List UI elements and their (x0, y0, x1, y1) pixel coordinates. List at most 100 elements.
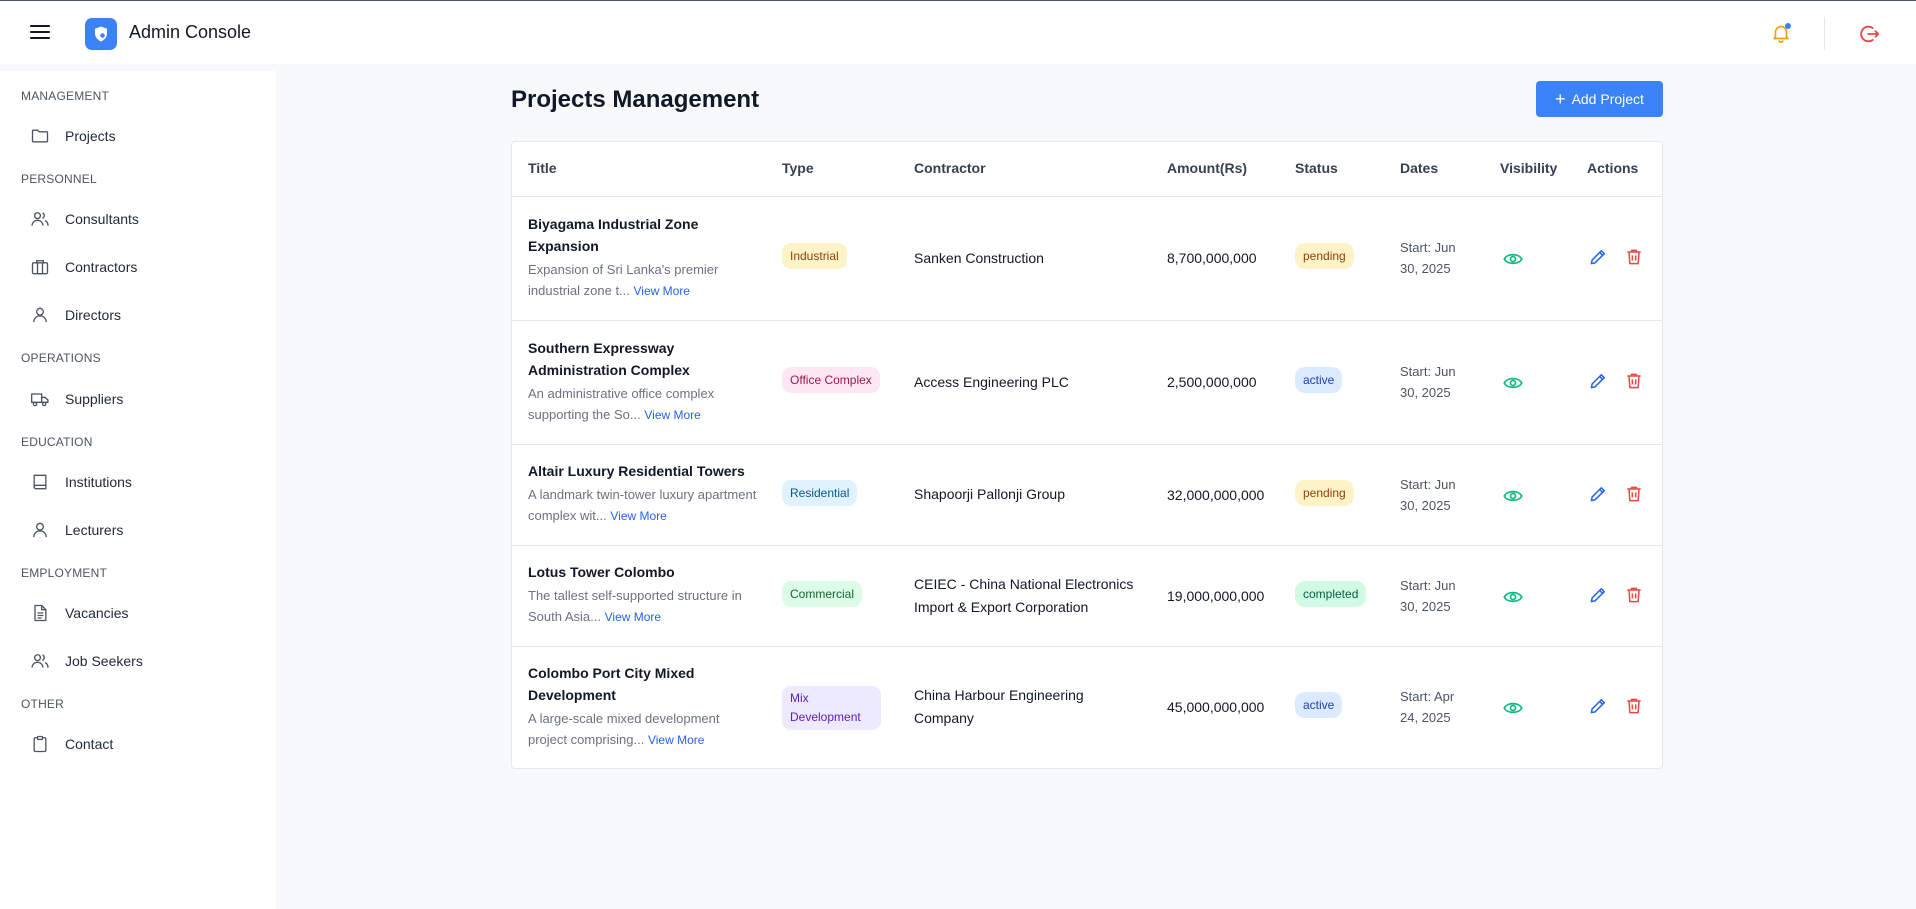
project-description: A landmark twin-tower luxury apartment c… (528, 484, 758, 527)
sidebar-item-label: Vacancies (65, 605, 129, 621)
column-header-actions: Actions (1587, 160, 1639, 176)
user-icon (33, 307, 47, 323)
edit-icon[interactable] (1588, 247, 1608, 267)
shield-icon (95, 26, 107, 42)
sidebar-item-label: Consultants (65, 211, 139, 227)
type-badge: Office Complex (782, 367, 880, 393)
book-icon (33, 474, 47, 490)
trash-icon[interactable] (1624, 484, 1644, 504)
project-description: A large-scale mixed development project … (528, 708, 758, 751)
page-title: Projects Management (511, 86, 760, 113)
sidebar-item-contact[interactable]: Contact (30, 729, 113, 759)
project-description: Expansion of Sri Lanka's premier industr… (528, 259, 758, 302)
notifications-button[interactable] (1770, 22, 1792, 44)
column-header-dates: Dates (1400, 160, 1439, 176)
edit-icon[interactable] (1588, 371, 1608, 391)
sidebar-section-management: MANAGEMENT (21, 89, 110, 103)
projects-table: Title Type Contractor Amount(Rs) Status … (511, 141, 1663, 769)
project-date: Start: Apr 24, 2025 (1400, 689, 1455, 725)
sidebar-item-label: Institutions (65, 474, 132, 490)
view-more-link[interactable]: View More (610, 509, 666, 523)
table-row: Colombo Port City Mixed Development A la… (512, 647, 1662, 769)
sidebar: MANAGEMENT Projects PERSONNEL Consultant… (0, 71, 276, 909)
column-header-title: Title (528, 160, 557, 176)
eye-icon[interactable] (1503, 587, 1523, 607)
eye-icon[interactable] (1503, 486, 1523, 506)
briefcase-icon (31, 260, 49, 275)
sidebar-item-label: Job Seekers (65, 653, 143, 669)
add-project-button[interactable]: + Add Project (1536, 81, 1663, 117)
project-title: Lotus Tower Colombo (528, 564, 675, 580)
column-header-amount: Amount(Rs) (1167, 160, 1248, 176)
document-icon (34, 604, 47, 622)
sidebar-item-consultants[interactable]: Consultants (30, 204, 139, 234)
contractor-name: Access Engineering PLC (914, 374, 1069, 390)
sidebar-item-suppliers[interactable]: Suppliers (30, 384, 123, 414)
column-header-type: Type (782, 160, 814, 176)
eye-icon[interactable] (1503, 373, 1523, 393)
project-description: An administrative office complex support… (528, 383, 758, 426)
divider (1824, 17, 1825, 50)
plus-icon: + (1555, 89, 1566, 109)
sidebar-item-job-seekers[interactable]: Job Seekers (30, 646, 143, 676)
project-amount: 8,700,000,000 (1167, 250, 1257, 266)
eye-icon[interactable] (1503, 698, 1523, 718)
logout-button[interactable] (1859, 23, 1881, 45)
type-badge: Residential (782, 480, 858, 506)
trash-icon[interactable] (1624, 585, 1644, 605)
table-row: Southern Expressway Administration Compl… (512, 321, 1662, 445)
trash-icon[interactable] (1624, 371, 1644, 391)
view-more-link[interactable]: View More (648, 733, 704, 747)
trash-icon[interactable] (1624, 696, 1644, 716)
edit-icon[interactable] (1588, 585, 1608, 605)
column-header-status: Status (1295, 160, 1338, 176)
sidebar-item-lecturers[interactable]: Lecturers (30, 515, 123, 545)
contractor-name: China Harbour Engineering Company (914, 687, 1084, 726)
project-amount: 32,000,000,000 (1167, 487, 1265, 503)
sidebar-item-contractors[interactable]: Contractors (30, 252, 137, 282)
project-date: Start: Jun 30, 2025 (1400, 240, 1456, 276)
project-amount: 2,500,000,000 (1167, 374, 1257, 390)
user-icon (33, 522, 47, 538)
add-project-label: Add Project (1571, 91, 1644, 107)
trash-icon[interactable] (1624, 247, 1644, 267)
project-title: Altair Luxury Residential Towers (528, 463, 745, 479)
status-badge: pending (1295, 243, 1354, 269)
users-icon (31, 212, 49, 226)
logout-icon (1860, 25, 1880, 43)
sidebar-item-vacancies[interactable]: Vacancies (30, 598, 129, 628)
status-badge: active (1295, 692, 1343, 718)
eye-icon[interactable] (1503, 249, 1523, 269)
sidebar-section-education: EDUCATION (21, 435, 93, 449)
view-more-link[interactable]: View More (605, 610, 661, 624)
sidebar-item-label: Contact (65, 736, 114, 752)
users-icon (31, 654, 49, 668)
sidebar-item-institutions[interactable]: Institutions (30, 467, 132, 497)
table-row: Altair Luxury Residential Towers A landm… (512, 445, 1662, 546)
top-bar: Admin Console (0, 0, 1916, 64)
app-logo (85, 18, 117, 50)
column-header-contractor: Contractor (914, 160, 986, 176)
type-badge: Commercial (782, 581, 863, 607)
type-badge: Mix Development (782, 686, 881, 730)
type-badge: Industrial (782, 243, 847, 269)
sidebar-item-projects[interactable]: Projects (30, 121, 116, 151)
edit-icon[interactable] (1588, 484, 1608, 504)
view-more-link[interactable]: View More (644, 408, 700, 422)
project-amount: 45,000,000,000 (1167, 699, 1265, 715)
menu-icon[interactable] (30, 25, 50, 41)
sidebar-section-operations: OPERATIONS (21, 351, 101, 365)
sidebar-item-directors[interactable]: Directors (30, 300, 121, 330)
sidebar-item-label: Contractors (65, 259, 138, 275)
edit-icon[interactable] (1588, 696, 1608, 716)
sidebar-section-other: OTHER (21, 697, 64, 711)
status-badge: completed (1295, 581, 1367, 607)
contractor-name: Sanken Construction (914, 250, 1044, 266)
status-badge: pending (1295, 480, 1354, 506)
folder-icon (31, 129, 49, 143)
sidebar-item-label: Directors (65, 307, 122, 323)
project-title: Biyagama Industrial Zone Expansion (528, 216, 699, 254)
sidebar-item-label: Lecturers (65, 522, 124, 538)
view-more-link[interactable]: View More (634, 284, 690, 298)
column-header-visibility: Visibility (1500, 160, 1558, 176)
